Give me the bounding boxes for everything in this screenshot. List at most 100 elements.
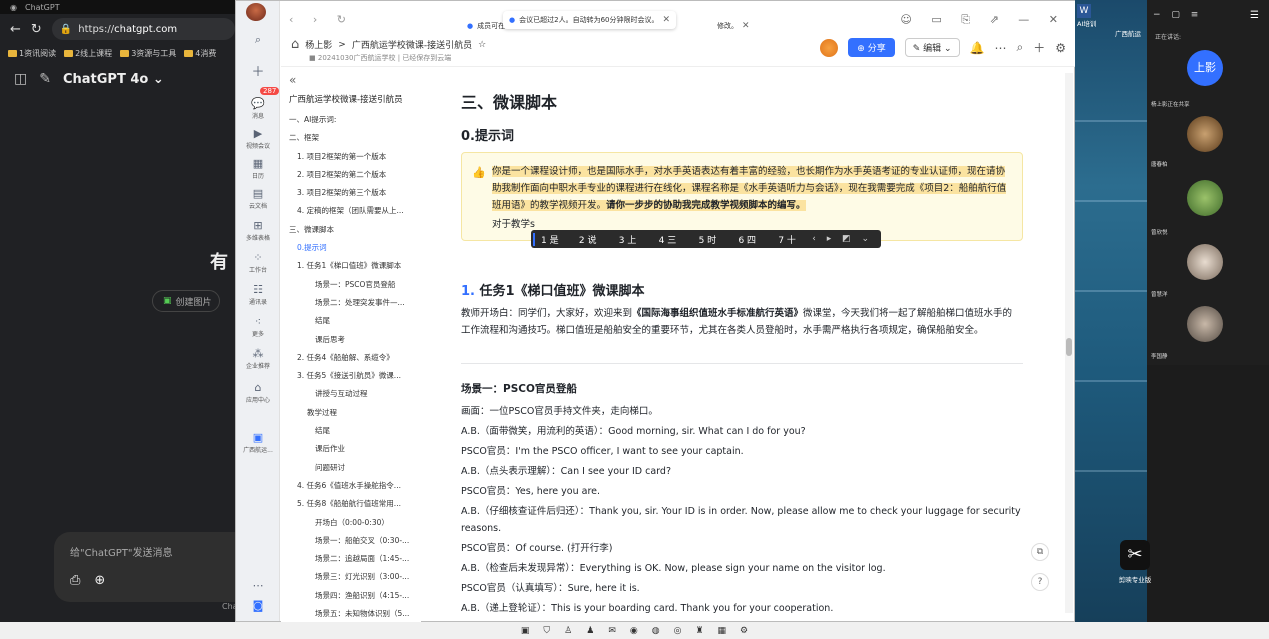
rail-item-app-center[interactable]: ⌂ 应用中心 — [236, 381, 280, 404]
rail-item-current-doc[interactable]: ▣ 广西航运... — [236, 431, 280, 454]
outline-item[interactable]: 结尾 — [287, 312, 421, 330]
outline-item[interactable]: 1. 项目2框架的第一个版本 — [287, 148, 421, 166]
outline-title[interactable]: 广西航运学校微课-接送引航员 — [289, 93, 421, 105]
taskbar-icon[interactable]: ◎ — [674, 626, 682, 636]
taskbar-icon[interactable]: ⛉ — [543, 626, 550, 636]
ime-candidate[interactable]: 2 说 — [573, 233, 613, 246]
bookmark[interactable]: 2线上课程 — [64, 48, 112, 59]
help-icon[interactable]: ? — [1031, 573, 1049, 591]
bookmark[interactable]: 3资源与工具 — [120, 48, 176, 59]
outline-item[interactable]: 场景二：追越局面（1:45-... — [287, 550, 421, 568]
outline-item[interactable]: 3. 任务5《接送引航员》微课... — [287, 367, 421, 385]
taskbar-icon[interactable]: ♙ — [564, 626, 572, 636]
share-button[interactable]: ⊕ 分享 — [848, 38, 895, 57]
ime-candidate[interactable]: 3 上 — [613, 233, 653, 246]
nav-arrows-icon[interactable]: ‹ › ↻ — [289, 13, 354, 26]
meeting-window-controls-icon[interactable]: − ▢ ≡ — [1153, 10, 1202, 20]
chatgpt-input[interactable]: 给"ChatGPT"发送消息 ⎙ ⊕ — [54, 532, 244, 602]
sidebar-toggle-icon[interactable]: ◫ — [14, 71, 27, 87]
outline-item[interactable]: 0.提示词 — [287, 239, 421, 257]
outline-item[interactable]: 4. 定稿的框架（团队需要从上... — [287, 202, 421, 220]
create-image-button[interactable]: ▣ 创建图片 — [152, 290, 220, 312]
outline-item[interactable]: 结尾 — [287, 422, 421, 440]
ime-candidate[interactable]: 5 时 — [693, 233, 733, 246]
rail-item-base[interactable]: ⊞ 多维表格 — [236, 219, 280, 242]
outline-item[interactable]: 问题研讨 — [287, 459, 421, 477]
participant-avatar[interactable] — [1187, 180, 1223, 216]
new-chat-icon[interactable]: ✎ — [39, 71, 51, 87]
outline-item[interactable]: 2. 项目2框架的第二个版本 — [287, 166, 421, 184]
ime-candidate[interactable]: 6 四 — [732, 233, 772, 246]
participant-avatar[interactable] — [1187, 116, 1223, 152]
close-icon[interactable]: ✕ — [742, 21, 750, 31]
rail-more-dots-icon[interactable]: ⋯ — [236, 579, 280, 593]
collapse-outline-icon[interactable]: « — [289, 73, 421, 87]
close-icon[interactable]: ✕ — [662, 15, 670, 25]
outline-item[interactable]: 讲授与互动过程 — [287, 385, 421, 403]
participant-avatar[interactable] — [1187, 306, 1223, 342]
rail-item-calendar[interactable]: ▦ 日历 — [236, 157, 280, 180]
rail-item-docs[interactable]: ▤ 云文档 — [236, 187, 280, 210]
rail-item-messages[interactable]: 💬 消息 — [236, 97, 280, 120]
prompt-callout[interactable]: 👍 你是一个课程设计师，也是国际水手，对水手英语表达有着丰富的经验，也长期作为水… — [461, 152, 1023, 241]
outline-item[interactable]: 1. 任务1《梯口值班》微课脚本 — [287, 257, 421, 275]
address-bar[interactable]: 🔒 https://chatgpt.com — [51, 18, 235, 40]
ime-page-arrows-icon[interactable]: ‹ ▸ ◩ ⌄ — [812, 234, 881, 244]
bookmark[interactable]: 4消费 — [184, 48, 216, 59]
taskbar-icon[interactable]: ✉ — [608, 626, 616, 636]
rail-item-recommend[interactable]: ⁂ 企业推荐 — [236, 347, 280, 370]
outline-item[interactable]: 课后思考 — [287, 331, 421, 349]
outline-item[interactable]: 5. 任务8《船舶航行值班常用... — [287, 495, 421, 513]
taskbar-icon[interactable]: ▣ — [521, 626, 530, 636]
edit-mode-button[interactable]: ✎ 编辑 ⌄ — [904, 38, 960, 57]
outline-item[interactable]: 场景五：未知物体识别（5... — [287, 605, 421, 622]
taskbar-icon[interactable]: ♜ — [695, 626, 703, 636]
taskbar-icon[interactable]: ⚙ — [740, 626, 748, 636]
window-controls-icon[interactable]: ☺ ▭ ⎘ ⇗ — ✕ — [900, 13, 1066, 27]
reload-icon[interactable]: ↻ — [31, 22, 42, 37]
rail-item-contacts[interactable]: ☷ 通讯录 — [236, 283, 280, 306]
attach-icon[interactable]: ⎙ — [70, 573, 80, 588]
outline-item[interactable]: 场景一：PSCO官员登船 — [287, 276, 421, 294]
taskbar-icon[interactable]: ♟ — [586, 626, 594, 636]
outline-item[interactable]: 二、框架 — [287, 129, 421, 147]
rail-item-video-meeting[interactable]: ▶ 视频会议 — [236, 127, 280, 150]
bookmark[interactable]: 1资讯阅读 — [8, 48, 56, 59]
taskbar-icon[interactable]: ◍ — [652, 626, 660, 636]
outline-item[interactable]: 2. 任务4《船舶解、系缆令》 — [287, 349, 421, 367]
desktop-icon-folder[interactable]: 广西航运 — [1115, 28, 1141, 38]
plus-icon[interactable]: ＋ — [1033, 39, 1045, 56]
outline-item[interactable]: 场景四：渔船识别（4:15-... — [287, 587, 421, 605]
home-icon[interactable]: ⌂ — [291, 37, 299, 52]
search-icon[interactable]: ⌕ — [1016, 40, 1023, 55]
bell-icon[interactable]: 🔔 — [970, 41, 985, 55]
rail-item-workplace[interactable]: ⁘ 工作台 — [236, 251, 280, 274]
search-icon[interactable]: ⌕ — [236, 33, 280, 48]
ime-candidate[interactable]: 7 十 — [772, 233, 812, 246]
back-icon[interactable]: ← — [10, 22, 21, 37]
outline-item[interactable]: 一、AI提示词: — [287, 111, 421, 129]
tab-edit[interactable]: 修改。 ✕ — [711, 17, 756, 35]
outline-item[interactable]: 3. 项目2框架的第三个版本 — [287, 184, 421, 202]
outline-item[interactable]: 场景三：灯光识别（3:00-... — [287, 568, 421, 586]
desktop-icon-capcut[interactable]: ✂ 剪映专业版 — [1112, 540, 1158, 590]
more-icon[interactable]: ⋯ — [994, 41, 1006, 55]
outline-item[interactable]: 开场白（0:00-0:30） — [287, 514, 421, 532]
scroll-thumb[interactable] — [1066, 338, 1072, 356]
outline-item[interactable]: 课后作业 — [287, 440, 421, 458]
collaborator-avatar[interactable] — [820, 38, 839, 57]
ime-candidate[interactable]: 4 三 — [653, 233, 693, 246]
settings-icon[interactable]: ⚙ — [1055, 41, 1066, 55]
outline-item[interactable]: 教学过程 — [287, 404, 421, 422]
outline-item[interactable]: 4. 任务6《值班水手操舵指令... — [287, 477, 421, 495]
rail-item-more[interactable]: ⁖ 更多 — [236, 315, 280, 338]
model-selector[interactable]: ChatGPT 4o ⌄ — [63, 72, 164, 87]
doc-title[interactable]: 广西航运学校微课-接送引航员 — [352, 38, 472, 51]
rail-app-icon[interactable]: ◙ — [236, 599, 280, 613]
outline-item[interactable]: 场景一：船舶交叉（0:30-... — [287, 532, 421, 550]
outline-item[interactable]: 三、微课脚本 — [287, 221, 421, 239]
star-icon[interactable]: ☆ — [478, 40, 486, 50]
outline-item[interactable]: 场景二：处理突发事件—... — [287, 294, 421, 312]
taskbar-icon[interactable]: ◉ — [630, 626, 638, 636]
add-icon[interactable]: ＋ — [236, 61, 280, 81]
